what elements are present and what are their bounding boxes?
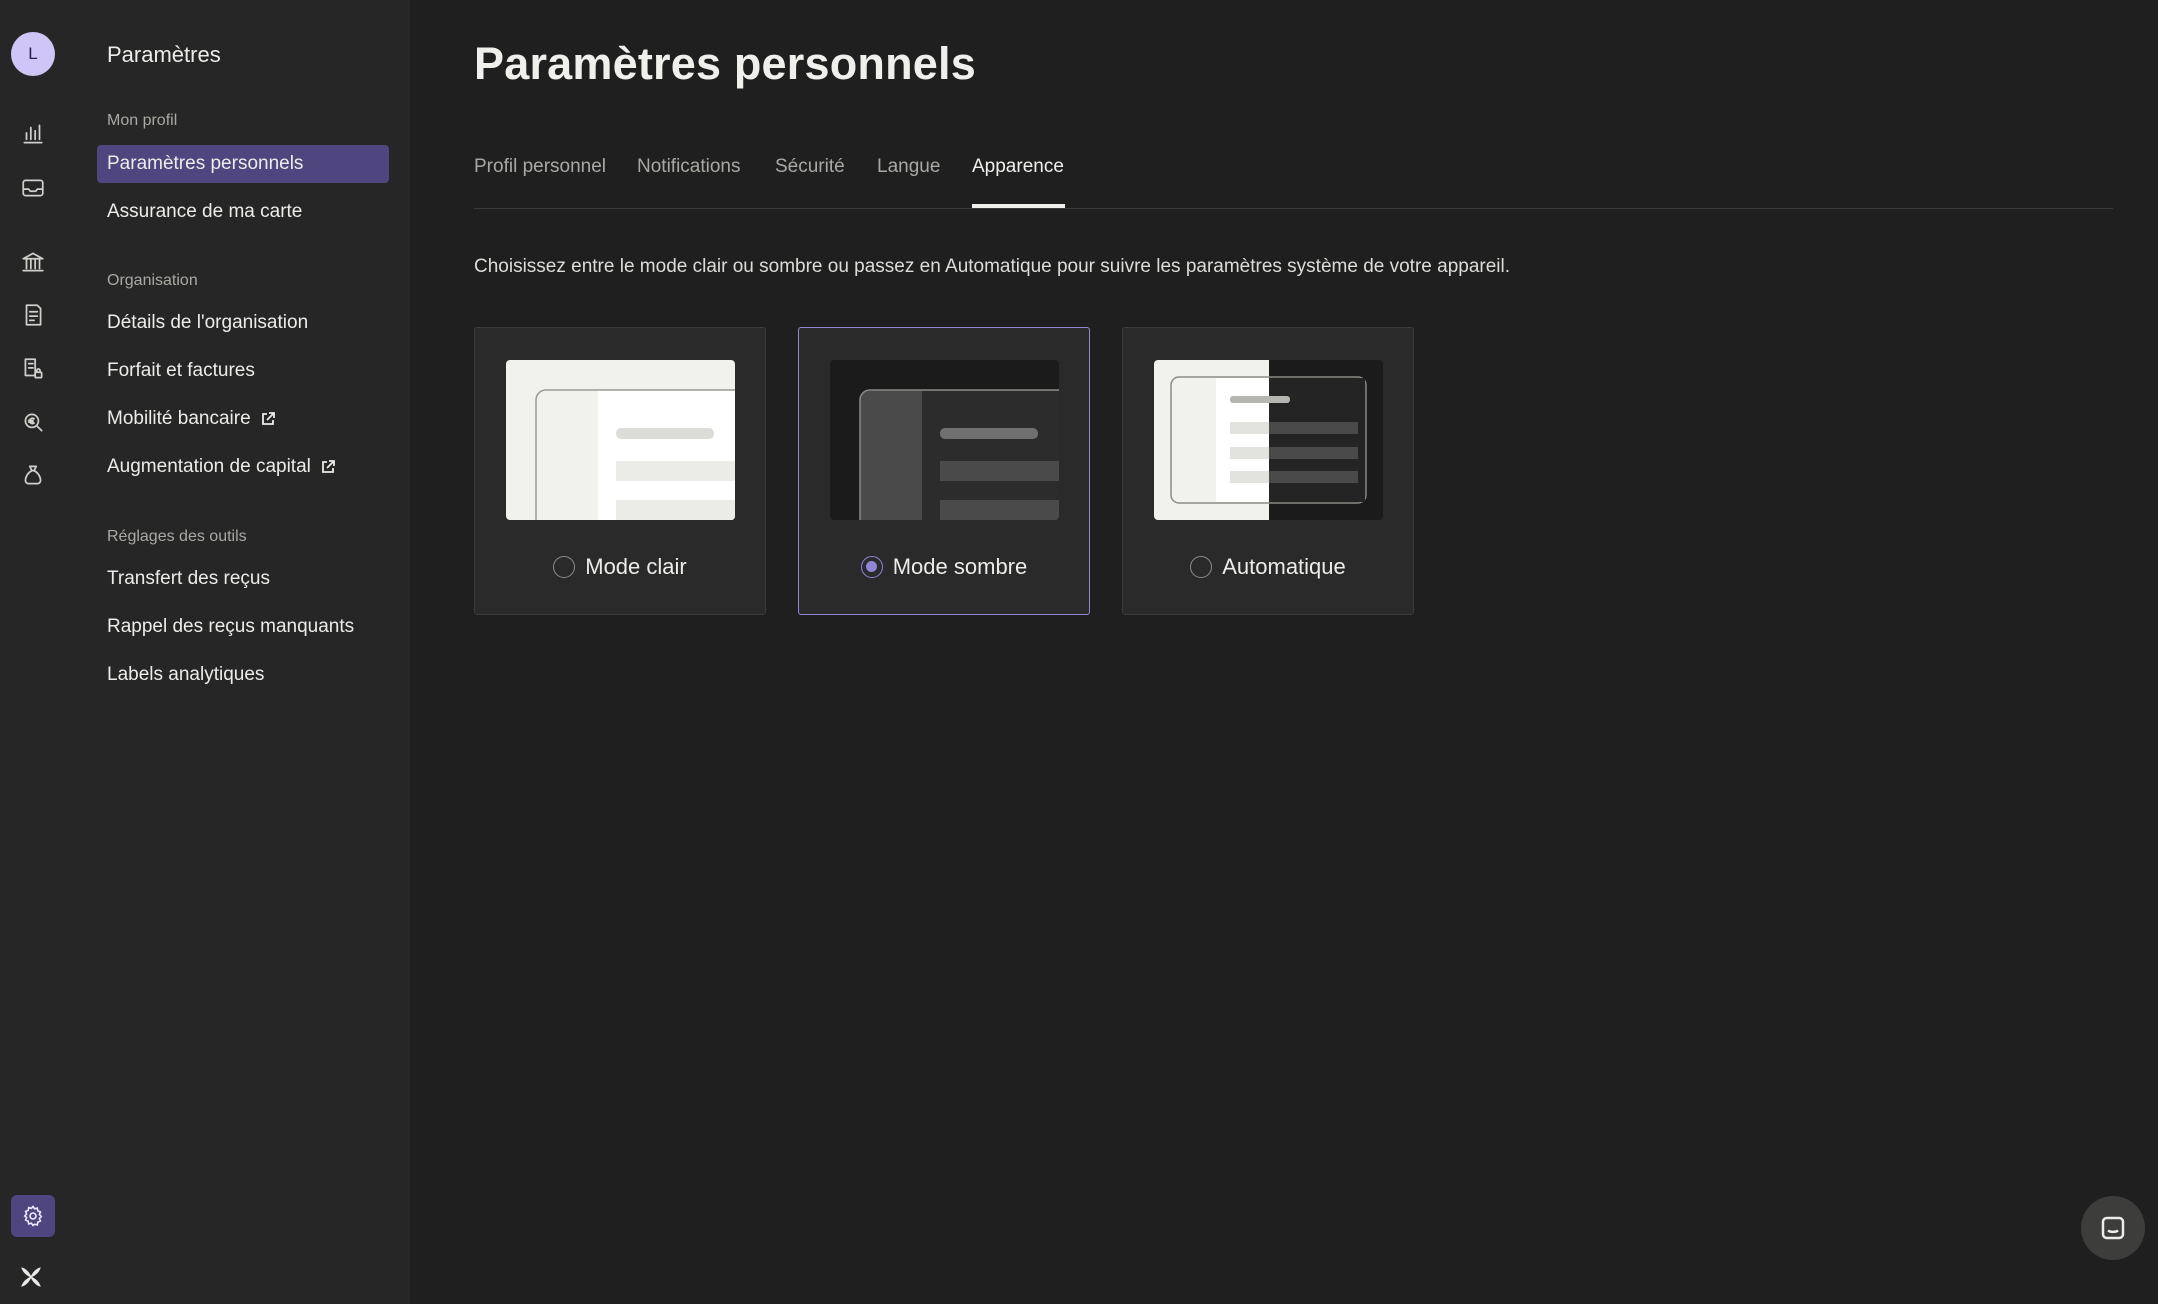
sidebar-item-label: Rappel des reçus manquants — [107, 616, 355, 637]
locked-documents-icon[interactable] — [18, 354, 48, 384]
sidebar-item-label: Forfait et factures — [107, 360, 255, 381]
dark-mode-label: Mode sombre — [892, 554, 1028, 579]
sidebar-item-assurance-carte[interactable]: Assurance de ma carte — [97, 193, 389, 231]
active-tab-indicator — [972, 204, 1065, 208]
sidebar-item-rappel-recus[interactable]: Rappel des reçus manquants — [97, 608, 389, 646]
sidebar-item-parametres-personnels[interactable]: Paramètres personnels — [97, 145, 389, 183]
sidebar-section-reglages-outils: Réglages des outils — [107, 528, 247, 545]
icon-rail: L — [0, 0, 75, 1304]
external-link-icon — [260, 411, 276, 427]
external-link-icon — [320, 459, 336, 475]
dark-mode-radio[interactable] — [860, 556, 883, 578]
sidebar-section-mon-profil: Mon profil — [107, 112, 178, 129]
money-search-icon[interactable] — [18, 407, 48, 437]
auto-mode-radio[interactable] — [1190, 556, 1213, 578]
appearance-option-light[interactable]: Mode clair — [474, 327, 766, 615]
bar-chart-icon[interactable] — [18, 119, 48, 149]
chat-support-button[interactable] — [2081, 1196, 2145, 1260]
auto-mode-preview — [1154, 360, 1383, 520]
sidebar-item-label: Augmentation de capital — [107, 456, 311, 477]
tab-bar: Profil personnel Notifications Sécurité … — [474, 152, 2113, 209]
tab-notifications[interactable]: Notifications — [637, 156, 741, 178]
sidebar-item-labels-analytiques[interactable]: Labels analytiques — [97, 656, 389, 694]
tab-securite[interactable]: Sécurité — [775, 156, 845, 178]
settings-button[interactable] — [11, 1195, 55, 1237]
sidebar-item-label: Mobilité bancaire — [107, 408, 251, 429]
sidebar-item-label: Assurance de ma carte — [107, 201, 303, 222]
inbox-icon[interactable] — [18, 173, 48, 203]
tab-apparence[interactable]: Apparence — [972, 156, 1064, 178]
light-mode-label: Mode clair — [585, 554, 687, 579]
money-bag-icon[interactable] — [18, 460, 48, 490]
appearance-option-dark[interactable]: Mode sombre — [798, 327, 1090, 615]
gear-icon — [23, 1205, 43, 1227]
appearance-description: Choisissez entre le mode clair ou sombre… — [474, 256, 1511, 277]
dark-mode-preview — [830, 360, 1059, 520]
light-mode-preview — [506, 360, 735, 520]
brand-logo-icon[interactable] — [18, 1264, 48, 1294]
sidebar-item-label: Labels analytiques — [107, 664, 265, 685]
sidebar-item-label: Paramètres personnels — [107, 153, 304, 174]
sidebar-item-label: Détails de l'organisation — [107, 312, 309, 333]
receipt-icon[interactable] — [18, 300, 48, 330]
chat-icon — [2101, 1216, 2125, 1240]
sidebar-item-augmentation-capital[interactable]: Augmentation de capital — [97, 448, 389, 486]
page-title: Paramètres personnels — [474, 38, 976, 89]
light-mode-radio[interactable] — [553, 556, 576, 578]
sidebar-item-forfait-factures[interactable]: Forfait et factures — [97, 352, 389, 390]
avatar[interactable]: L — [11, 32, 55, 76]
sidebar-section-organisation: Organisation — [107, 272, 198, 289]
sidebar-item-label: Transfert des reçus — [107, 568, 270, 589]
tab-langue[interactable]: Langue — [877, 156, 940, 178]
sidebar-item-mobilite-bancaire[interactable]: Mobilité bancaire — [97, 400, 389, 438]
sidebar-title: Paramètres — [107, 42, 221, 67]
settings-sidebar: Paramètres Mon profil Paramètres personn… — [75, 0, 410, 1304]
auto-mode-label: Automatique — [1222, 554, 1346, 579]
sidebar-item-transfert-recus[interactable]: Transfert des reçus — [97, 560, 389, 598]
tab-profil-personnel[interactable]: Profil personnel — [474, 156, 606, 178]
bank-icon[interactable] — [18, 247, 48, 277]
appearance-option-auto[interactable]: Automatique — [1122, 327, 1414, 615]
sidebar-item-details-organisation[interactable]: Détails de l'organisation — [97, 304, 389, 342]
